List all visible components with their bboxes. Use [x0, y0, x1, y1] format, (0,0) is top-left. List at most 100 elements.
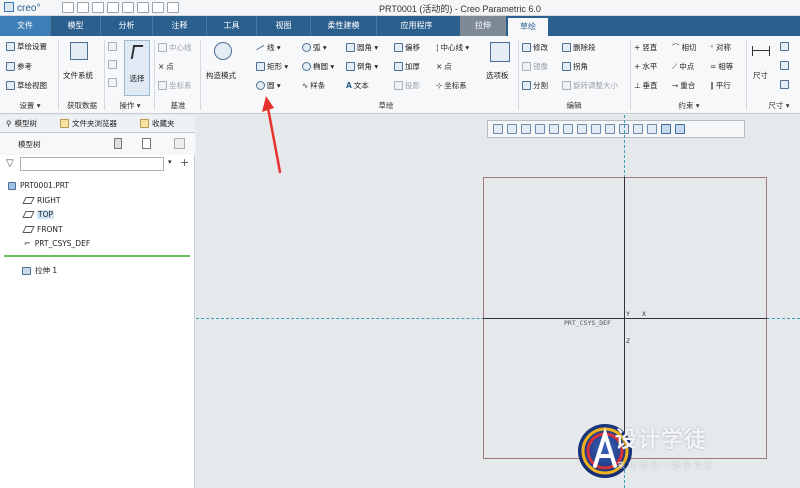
vertical-reference[interactable] — [624, 177, 625, 459]
zoom-out-icon[interactable] — [521, 124, 531, 134]
tab-annotate[interactable]: 注释 — [152, 16, 206, 36]
select-button[interactable]: 选择 — [124, 40, 150, 96]
tree-columns-icon[interactable] — [174, 138, 185, 149]
dimension-extra-icon[interactable] — [780, 61, 789, 70]
show-icon[interactable] — [142, 138, 151, 149]
offset-button[interactable]: 偏移 — [394, 42, 420, 53]
palette-button[interactable]: 选项板 — [486, 70, 509, 81]
ellipse-button[interactable]: 椭圆 ▾ — [302, 61, 334, 72]
tab-applications[interactable]: 应用程序 — [376, 16, 456, 36]
sketch-csys-button[interactable]: ⊹ 坐标系 — [436, 80, 467, 91]
arc-button[interactable]: 弧 ▾ — [302, 42, 327, 53]
symmetric-constraint-button[interactable]: ⁺ 对称 — [710, 42, 731, 53]
horizontal-reference[interactable] — [483, 318, 767, 319]
dropdown-arrow-icon[interactable]: ▾ — [168, 158, 172, 166]
thicken-button[interactable]: 加厚 — [394, 61, 420, 72]
tree-item-extrude[interactable]: 拉伸 1 — [22, 265, 57, 276]
tab-analysis[interactable]: 分析 — [100, 16, 152, 36]
chamfer-button[interactable]: 倒角 ▾ — [346, 61, 378, 72]
mirror-button[interactable]: 镜像 — [522, 61, 548, 72]
tree-item-csys[interactable]: ⌐ PRT_CSYS_DEF — [24, 239, 90, 248]
group-dimension-label[interactable]: 尺寸 ▾ — [760, 100, 798, 111]
zoom-in-icon[interactable] — [507, 124, 517, 134]
cut-icon[interactable] — [108, 42, 117, 51]
sketch-point-button[interactable]: × 点 — [436, 61, 452, 72]
undo-icon[interactable] — [107, 2, 119, 13]
spline-button[interactable]: ∿ 样条 — [302, 80, 325, 91]
tab-view[interactable]: 视图 — [256, 16, 310, 36]
tree-item-front-plane[interactable]: FRONT — [22, 225, 63, 234]
datum-centerline-button[interactable]: 中心线 — [158, 42, 192, 53]
datum-point-button[interactable]: × 点 — [158, 61, 174, 72]
perpendicular-constraint-button[interactable]: ⊥ 垂直 — [634, 80, 658, 91]
sketch-centerline-button[interactable]: ¦ 中心线 ▾ — [436, 42, 469, 53]
tab-model-tree[interactable]: ⚲ 模型树 — [6, 118, 37, 129]
dimension-icon[interactable] — [752, 46, 770, 56]
view-manager-icon[interactable] — [577, 124, 587, 134]
fillet-button[interactable]: 圆角 ▾ — [346, 42, 378, 53]
group-setup-label[interactable]: 设置 ▾ — [8, 100, 52, 111]
delete-segment-button[interactable]: 删除段 — [562, 42, 596, 53]
sketch-view-button[interactable]: 草绘视图 — [6, 80, 47, 91]
rectangle-button[interactable]: 矩形 ▾ — [256, 61, 288, 72]
modify-button[interactable]: 修改 — [522, 42, 548, 53]
divide-button[interactable]: 分割 — [522, 80, 548, 91]
graphics-canvas[interactable]: PRT_CSYS_DEF Y X Z 设计学徒 来和我们一起学设计 — [196, 115, 800, 488]
midpoint-constraint-button[interactable]: ⟋ 中点 — [672, 61, 694, 72]
line-button[interactable]: 线 ▾ — [256, 42, 281, 53]
rotate-resize-button[interactable]: 旋转调整大小 — [562, 80, 618, 91]
tab-tools[interactable]: 工具 — [206, 16, 256, 36]
tab-sketch[interactable]: 草绘 — [508, 18, 548, 36]
new-file-icon[interactable] — [62, 2, 74, 13]
dimension-extra-icon[interactable] — [780, 80, 789, 89]
text-button[interactable]: A 文本 — [346, 80, 369, 91]
group-operations-label[interactable]: 操作 ▾ — [110, 100, 150, 111]
coincident-constraint-button[interactable]: ⊸ 重合 — [672, 80, 695, 91]
tab-folder-browser[interactable]: 文件夹浏览器 — [60, 118, 117, 129]
datum-display-icon[interactable] — [591, 124, 601, 134]
datum-csys-button[interactable]: 坐标系 — [158, 80, 192, 91]
insert-here-divider[interactable] — [4, 255, 190, 257]
windows-icon[interactable] — [152, 2, 164, 13]
save-icon[interactable] — [92, 2, 104, 13]
saved-orientations-icon[interactable] — [563, 124, 573, 134]
copy-icon[interactable] — [108, 60, 117, 69]
tab-extrude[interactable]: 拉伸 — [460, 16, 506, 36]
settings-icon[interactable] — [114, 138, 122, 149]
sketcher-grid-icon[interactable] — [675, 124, 685, 134]
paste-icon[interactable] — [108, 78, 117, 87]
circle-button[interactable]: 圆 ▾ — [256, 80, 281, 91]
tab-file[interactable]: 文件 — [0, 16, 50, 36]
project-button[interactable]: 投影 — [394, 80, 420, 91]
tree-item-part[interactable]: PRT0001.PRT — [8, 181, 69, 190]
tab-favorites[interactable]: 收藏夹 — [140, 118, 175, 129]
close-window-icon[interactable] — [167, 2, 179, 13]
sketch-setup-button[interactable]: 草绘设置 — [6, 41, 47, 52]
palette-icon[interactable] — [490, 42, 510, 62]
repaint-icon[interactable] — [535, 124, 545, 134]
spin-center-icon[interactable] — [605, 124, 615, 134]
file-system-button[interactable]: 文件系统 — [63, 70, 93, 81]
tab-flexible-modeling[interactable]: 柔性建模 — [310, 16, 376, 36]
horizontal-constraint-button[interactable]: + 水平 — [634, 61, 657, 72]
regenerate-icon[interactable] — [137, 2, 149, 13]
dimension-button[interactable]: 尺寸 — [753, 70, 768, 81]
parallel-constraint-button[interactable]: ∥ 平行 — [710, 80, 731, 91]
redo-icon[interactable] — [122, 2, 134, 13]
dimension-extra-icon[interactable] — [780, 42, 789, 51]
file-system-icon[interactable] — [70, 42, 88, 60]
tangent-constraint-button[interactable]: ⌒ 相切 — [672, 42, 697, 53]
filter-icon[interactable]: ▽ — [6, 158, 14, 169]
sketcher-display-icon[interactable] — [647, 124, 657, 134]
vertical-constraint-button[interactable]: + 竖直 — [634, 42, 657, 53]
display-style-icon[interactable] — [549, 124, 559, 134]
construction-mode-icon[interactable] — [214, 42, 232, 60]
corner-button[interactable]: 拐角 — [562, 61, 588, 72]
refit-icon[interactable] — [493, 124, 503, 134]
search-input[interactable] — [20, 157, 164, 171]
construction-mode-button[interactable]: 构造模式 — [206, 70, 236, 81]
tree-item-right-plane[interactable]: RIGHT — [22, 196, 60, 205]
sketcher-constraints-icon[interactable] — [661, 124, 671, 134]
group-constrain-label[interactable]: 约束 ▾ — [636, 100, 742, 111]
open-file-icon[interactable] — [77, 2, 89, 13]
